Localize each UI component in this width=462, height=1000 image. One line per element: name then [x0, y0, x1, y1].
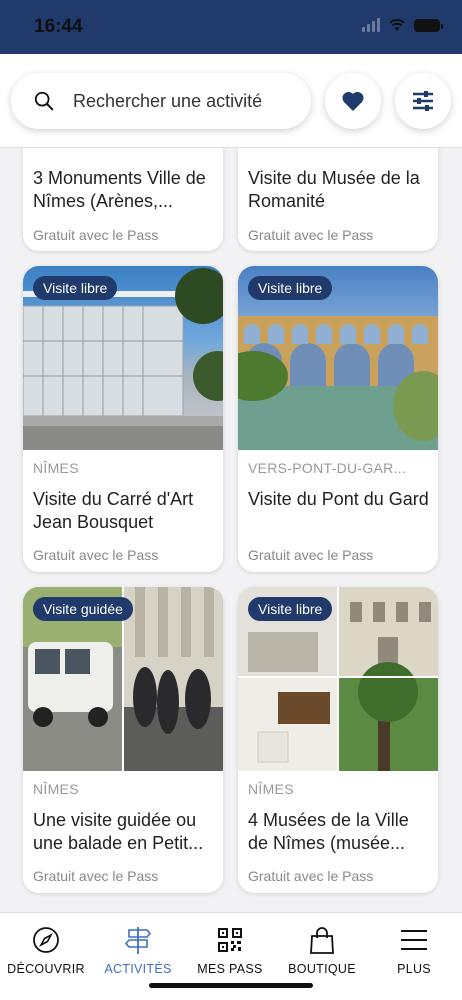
nav-item-discover[interactable]: DÉCOUVRIR	[0, 925, 92, 976]
nav-label: BOUTIQUE	[288, 962, 356, 976]
activity-card[interactable]: Visite du Musée de la Romanité Gratuit a…	[238, 148, 438, 251]
status-time: 16:44	[34, 16, 83, 37]
card-image: Visite libre	[238, 587, 438, 771]
nav-item-shop[interactable]: BOUTIQUE	[276, 925, 368, 976]
activity-type-badge: Visite libre	[248, 597, 333, 621]
activity-card[interactable]: Visite libre NÎMES Visite du Carré d'Art…	[23, 266, 223, 572]
card-image: Visite libre	[23, 266, 223, 450]
card-price: Gratuit avec le Pass	[248, 868, 374, 884]
nav-label: MES PASS	[197, 962, 263, 976]
activity-card[interactable]: Visite libre VERS-PONT-DU-GAR... Visite …	[238, 266, 438, 572]
card-price: Gratuit avec le Pass	[33, 547, 159, 563]
search-header: Rechercher une activité	[0, 54, 462, 148]
activity-type-badge: Visite libre	[248, 276, 333, 300]
signal-icon	[362, 18, 380, 32]
card-title: 4 Musées de la Ville de Nîmes (musée...	[248, 810, 409, 853]
filters-button[interactable]	[395, 73, 451, 129]
sliders-icon	[413, 91, 433, 111]
nav-label: DÉCOUVRIR	[7, 962, 85, 976]
card-location: NÎMES	[248, 781, 294, 797]
search-icon	[34, 91, 54, 111]
wifi-icon	[389, 18, 405, 31]
card-title: 3 Monuments Ville de Nîmes (Arènes,...	[33, 168, 206, 211]
card-price: Gratuit avec le Pass	[248, 547, 374, 563]
menu-icon	[399, 925, 429, 955]
card-location: VERS-PONT-DU-GAR...	[248, 460, 407, 476]
nav-item-more[interactable]: PLUS	[368, 925, 460, 976]
card-title: Visite du Musée de la Romanité	[248, 168, 420, 211]
nav-label: ACTIVITÉS	[104, 962, 172, 976]
qr-code-icon	[215, 925, 245, 955]
activity-type-badge: Visite libre	[33, 276, 118, 300]
favorites-button[interactable]	[325, 73, 381, 129]
card-image: Visite guidée	[23, 587, 223, 771]
activity-card[interactable]: Visite guidée NÎMES Une visite guidée ou…	[23, 587, 223, 893]
search-input[interactable]: Rechercher une activité	[11, 73, 311, 129]
card-location: NÎMES	[33, 460, 79, 476]
nav-item-my-pass[interactable]: MES PASS	[184, 925, 276, 976]
nav-item-activities[interactable]: ACTIVITÉS	[92, 925, 184, 976]
card-location: NÎMES	[33, 781, 79, 797]
nav-label: PLUS	[397, 962, 431, 976]
battery-icon	[414, 18, 443, 32]
activity-card[interactable]: Visite libre NÎMES 4 Musées de la Ville …	[238, 587, 438, 893]
search-placeholder: Rechercher une activité	[73, 90, 263, 111]
status-bar: 16:44	[0, 0, 462, 54]
compass-icon	[31, 925, 61, 955]
card-price: Gratuit avec le Pass	[248, 227, 374, 243]
signpost-icon	[123, 925, 153, 955]
card-price: Gratuit avec le Pass	[33, 868, 159, 884]
activities-list[interactable]: 3 Monuments Ville de Nîmes (Arènes,... G…	[0, 148, 462, 912]
shopping-bag-icon	[307, 925, 337, 955]
card-title: Une visite guidée ou une balade en Petit…	[33, 810, 204, 853]
card-image: Visite libre	[238, 266, 438, 450]
status-icons	[362, 18, 443, 32]
activity-card[interactable]: 3 Monuments Ville de Nîmes (Arènes,... G…	[23, 148, 223, 251]
card-price: Gratuit avec le Pass	[33, 227, 159, 243]
home-indicator	[149, 983, 313, 988]
card-title: Visite du Carré d'Art Jean Bousquet	[33, 489, 194, 532]
activity-type-badge: Visite guidée	[33, 597, 133, 621]
card-title: Visite du Pont du Gard	[248, 489, 429, 509]
heart-icon	[342, 91, 364, 111]
